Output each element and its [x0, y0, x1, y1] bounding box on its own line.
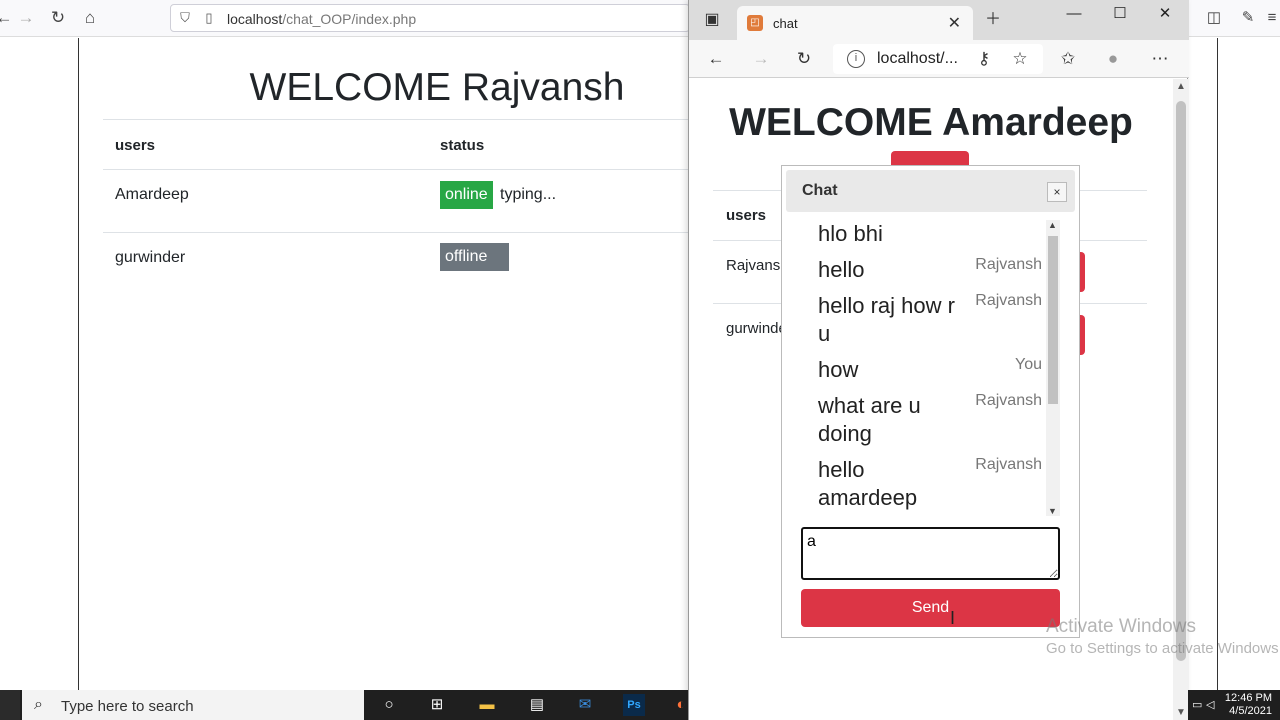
- message-text: what are u doing: [818, 393, 921, 446]
- front-nav-bar: ← → ↻ i localhost/... ⚷ ☆ ✩ ● ⋯: [689, 40, 1189, 78]
- message-text: how: [818, 357, 859, 382]
- taskbar: ⌕ Type here to search ○ ⊞ ▬ ▤ ✉ Ps ◐: [0, 690, 688, 720]
- status-badge-offline: offline: [440, 243, 509, 271]
- users-header: users: [726, 207, 767, 224]
- divider: [103, 119, 723, 120]
- chat-header: Chat ×: [786, 170, 1075, 212]
- back-url-text: localhost/chat_OOP/index.php: [227, 11, 416, 27]
- extension-icon[interactable]: ✎: [1238, 8, 1258, 28]
- scroll-up-icon[interactable]: ▲: [1048, 220, 1057, 230]
- info-icon: i: [847, 50, 865, 68]
- menu-icon[interactable]: ≡: [1262, 8, 1280, 28]
- clock-time: 12:46 PM: [1224, 692, 1272, 704]
- new-tab-icon[interactable]: ＋: [983, 10, 1003, 30]
- status-header: status: [440, 137, 485, 154]
- forward-arrow-icon[interactable]: →: [750, 48, 772, 70]
- chat-scrollbar[interactable]: ▲ ▼: [1046, 220, 1060, 516]
- search-icon: ⌕: [34, 696, 43, 713]
- chat-title: Chat: [802, 182, 838, 199]
- user-name: gurwinder: [115, 249, 186, 266]
- front-browser-window: ▣ ◰ chat ✕ ＋ — ☐ ✕ ← → ↻ i localhost/...…: [688, 0, 1189, 720]
- tab-title: chat: [773, 16, 798, 31]
- clock-date: 4/5/2021: [1229, 705, 1272, 717]
- reload-icon[interactable]: ↻: [46, 6, 70, 30]
- search-placeholder: Type here to search: [61, 698, 194, 715]
- firefox-icon[interactable]: ◐: [670, 694, 692, 716]
- close-tab-icon[interactable]: ✕: [948, 13, 961, 33]
- back-url-host: localhost: [227, 11, 283, 27]
- back-url-bar[interactable]: ⛉ ▯ localhost/chat_OOP/index.php: [170, 4, 690, 32]
- clock[interactable]: 12:46 PM 4/5/2021: [1225, 692, 1272, 718]
- network-icon[interactable]: ▭: [1192, 698, 1202, 711]
- back-arrow-icon[interactable]: ←: [705, 48, 727, 70]
- taskbar-search[interactable]: ⌕ Type here to search: [22, 690, 364, 720]
- favorites-icon[interactable]: ✩: [1057, 48, 1079, 70]
- store-icon[interactable]: ▤: [526, 694, 548, 716]
- message-sender: Rajvansh: [975, 292, 1042, 309]
- user-name: Amardeep: [115, 186, 189, 203]
- message-text: hlo bhi: [818, 221, 883, 246]
- back-url-path: /chat_OOP/index.php: [282, 11, 417, 27]
- volume-icon[interactable]: ◁: [1206, 698, 1214, 711]
- cortana-icon[interactable]: ○: [378, 694, 400, 716]
- chat-messages: hlo bhi hello Rajvansh hello raj how r u…: [810, 220, 1058, 516]
- reload-icon[interactable]: ↻: [793, 48, 815, 70]
- scroll-up-icon[interactable]: ▲: [1176, 81, 1186, 92]
- close-window-icon[interactable]: ✕: [1152, 4, 1178, 24]
- tab-strip: ▣ ◰ chat ✕ ＋ — ☐ ✕: [689, 0, 1189, 40]
- home-icon[interactable]: ⌂: [78, 6, 102, 30]
- photoshop-icon[interactable]: Ps: [623, 694, 645, 716]
- message-text: hello amardeep: [818, 457, 918, 510]
- message-sender: Rajvansh: [975, 256, 1042, 273]
- page-icon: ▯: [205, 10, 213, 25]
- message-sender: You: [1015, 356, 1042, 373]
- scrollbar-thumb[interactable]: [1048, 236, 1058, 404]
- maximize-icon[interactable]: ☐: [1107, 4, 1133, 24]
- scrollbar-thumb[interactable]: [1176, 101, 1186, 661]
- reader-icon[interactable]: ◫: [1204, 8, 1224, 28]
- tab-chat[interactable]: ◰ chat ✕: [737, 6, 973, 40]
- file-explorer-icon[interactable]: ▬: [476, 694, 498, 716]
- watermark-title: Activate Windows: [1046, 616, 1196, 637]
- scroll-down-icon[interactable]: ▼: [1048, 506, 1057, 516]
- mail-icon[interactable]: ✉: [574, 694, 596, 716]
- message-sender: Rajvansh: [975, 392, 1042, 409]
- status-badge-online: online: [440, 181, 493, 209]
- shield-icon: ⛉: [180, 10, 190, 25]
- key-icon[interactable]: ⚷: [973, 48, 995, 70]
- close-icon[interactable]: ×: [1047, 182, 1067, 202]
- system-tray: ▭ ◁ 12:46 PM 4/5/2021: [1188, 690, 1280, 720]
- chat-message-input[interactable]: a: [801, 527, 1060, 580]
- task-view-icon[interactable]: ⊞: [426, 694, 448, 716]
- front-page-title: WELCOME Amardeep: [729, 101, 1133, 144]
- user-name: Rajvansh: [726, 257, 789, 274]
- text-cursor-icon: I: [950, 608, 956, 628]
- activate-windows-watermark: Activate Windows Go to Settings to activ…: [1046, 616, 1279, 657]
- minimize-icon[interactable]: —: [1061, 4, 1087, 24]
- forward-arrow-icon[interactable]: →: [14, 6, 38, 30]
- scroll-down-icon[interactable]: ▼: [1176, 707, 1186, 718]
- users-header: users: [115, 137, 156, 154]
- start-button[interactable]: [0, 690, 20, 720]
- send-button[interactable]: Send: [801, 589, 1060, 627]
- more-icon[interactable]: ⋯: [1149, 48, 1171, 70]
- profile-icon[interactable]: ●: [1102, 48, 1124, 70]
- divider: [103, 232, 723, 233]
- watermark-subtitle: Go to Settings to activate Windows: [1046, 640, 1279, 657]
- typing-indicator: typing...: [500, 186, 557, 203]
- divider: [103, 169, 723, 170]
- favicon-icon: ◰: [747, 15, 763, 31]
- front-address-text: localhost/...: [877, 50, 958, 67]
- message-text: hello: [818, 257, 865, 282]
- message-sender: Rajvansh: [975, 456, 1042, 473]
- add-favorite-icon[interactable]: ☆: [1009, 48, 1031, 70]
- chat-modal: Chat × hlo bhi hello Rajvansh hello raj …: [781, 165, 1080, 638]
- message-text: hello raj how r u: [818, 293, 955, 346]
- screen: ← → ↻ ⌂ ⛉ ▯ localhost/chat_OOP/index.php…: [0, 0, 1280, 720]
- tab-actions-icon[interactable]: ▣: [702, 10, 722, 30]
